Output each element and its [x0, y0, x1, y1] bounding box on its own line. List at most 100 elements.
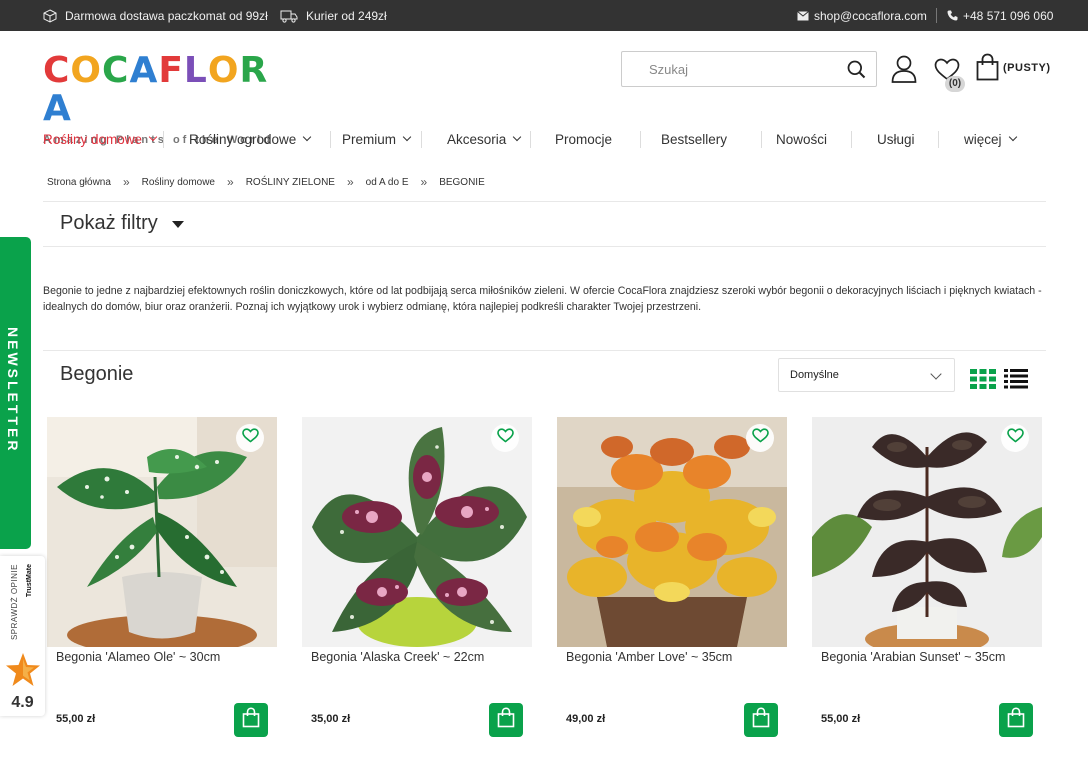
nav-item-label: Premium: [342, 131, 397, 147]
main-navigation: Rośliny domowe Rośliny ogrodowe Premium Akc…: [43, 124, 1046, 154]
nav-divider: [938, 131, 939, 148]
nav-item-label: Bestsellery: [661, 131, 728, 147]
trustmate-widget[interactable]: SPRAWDŹ OPINIE TrustMate 4.9: [0, 556, 45, 716]
email-text[interactable]: shop@cocaflora.com: [814, 9, 927, 23]
nav-item[interactable]: Nowości: [776, 124, 827, 154]
product-card: Begonia 'Amber Love' ~ 35cm 49,00 zł: [557, 417, 787, 742]
category-description: Begonie to jedne z najbardziej efektowny…: [43, 285, 1042, 313]
nav-item[interactable]: Usługi: [877, 124, 915, 154]
product-image[interactable]: [557, 417, 787, 647]
heart-icon: [496, 428, 514, 448]
show-filters-toggle[interactable]: Pokaż filtry: [60, 212, 184, 235]
nav-item[interactable]: Akcesoria: [447, 124, 522, 154]
product-name[interactable]: Begonia 'Arabian Sunset' ~ 35cm: [821, 650, 1005, 664]
filters-label: Pokaż filtry: [60, 212, 158, 234]
star-icon: [5, 652, 41, 695]
chevron-down-icon: [930, 368, 942, 380]
nav-item-label: Usługi: [877, 131, 915, 147]
chevron-down-icon: [402, 132, 412, 142]
search-input[interactable]: [622, 52, 837, 86]
phone-text[interactable]: +48 571 096 060: [963, 9, 1053, 23]
category-title: Begonie: [60, 363, 134, 385]
logo-letter: O: [70, 50, 103, 91]
breadcrumb-link[interactable]: Strona główna: [47, 177, 111, 188]
nav-item[interactable]: Rośliny domowe: [43, 124, 158, 154]
nav-divider: [421, 131, 422, 148]
logo-letter: C: [102, 50, 130, 91]
product-price: 55,00 zł: [56, 713, 96, 725]
nav-item[interactable]: Bestsellery: [661, 124, 727, 154]
trust-reviews-label: SPRAWDŹ OPINIE: [10, 564, 19, 641]
logo-letter: O: [207, 50, 240, 91]
logo-letter: R: [239, 50, 269, 91]
free-shipping-info: Darmowa dostawa paczkomat od 99zł: [43, 0, 268, 31]
logo-letter: C: [43, 50, 71, 91]
newsletter-label: NEWSLETTER: [5, 327, 21, 454]
add-to-cart-button[interactable]: [489, 703, 523, 737]
product-image[interactable]: [47, 417, 277, 647]
product-name[interactable]: Begonia 'Alameo Ole' ~ 30cm: [56, 650, 220, 664]
logo-letter: A: [129, 50, 159, 91]
breadcrumb-separator: »: [227, 175, 234, 189]
shopping-bag-icon: [242, 707, 260, 733]
divider: [43, 201, 1046, 202]
sort-select[interactable]: Domyślne: [778, 358, 955, 392]
logo-letter: A: [43, 88, 72, 129]
nav-item-label: Nowości: [776, 131, 828, 147]
list-view-icon[interactable]: [1004, 369, 1028, 389]
add-to-wishlist-button[interactable]: [236, 424, 264, 452]
logo-letter: F: [158, 50, 184, 91]
breadcrumb: Strona główna » Rośliny domowe » ROŚLINY ZIE…: [47, 174, 485, 190]
courier-shipping-text: Kurier od 249zł: [306, 8, 387, 23]
heart-icon: [1006, 428, 1024, 448]
site-logo[interactable]: COCAFLORA Amazing Plants of the World: [43, 52, 273, 147]
box-icon: [43, 8, 57, 23]
search-icon[interactable]: [847, 60, 866, 84]
truck-icon: [280, 9, 298, 23]
breadcrumb-link[interactable]: ROŚLINY ZIELONE: [246, 177, 335, 188]
add-to-wishlist-button[interactable]: [1001, 424, 1029, 452]
nav-item[interactable]: więcej: [964, 124, 1017, 154]
nav-item[interactable]: Premium: [342, 124, 412, 154]
add-to-cart-button[interactable]: [999, 703, 1033, 737]
product-name[interactable]: Begonia 'Amber Love' ~ 35cm: [566, 650, 732, 664]
nav-divider: [330, 131, 331, 148]
nav-item-label: Promocje: [555, 131, 613, 147]
heart-icon: [751, 428, 769, 448]
shopping-bag-icon: [497, 707, 515, 733]
cart-status[interactable]: (PUSTY): [1003, 62, 1051, 74]
breadcrumb-link[interactable]: od A do E: [366, 177, 409, 188]
product-card: Begonia 'Alameo Ole' ~ 30cm 55,00 zł: [47, 417, 277, 742]
shopping-bag-icon[interactable]: [976, 53, 999, 86]
nav-divider: [851, 131, 852, 148]
mail-icon: [797, 10, 809, 21]
breadcrumb-link[interactable]: Rośliny domowe: [142, 177, 215, 188]
newsletter-tab[interactable]: NEWSLETTER: [0, 237, 31, 549]
add-to-cart-button[interactable]: [744, 703, 778, 737]
divider: [43, 246, 1046, 247]
courier-shipping-info: Kurier od 249zł: [280, 0, 387, 31]
product-price: 35,00 zł: [311, 713, 351, 725]
nav-item[interactable]: Rośliny ogrodowe: [189, 124, 312, 154]
search-box: [621, 51, 877, 87]
trust-rating: 4.9: [11, 694, 34, 711]
contact-phone[interactable]: +48 571 096 060: [947, 0, 1053, 31]
add-to-cart-button[interactable]: [234, 703, 268, 737]
nav-divider: [530, 131, 531, 148]
product-image[interactable]: [812, 417, 1042, 647]
shopping-bag-icon: [1007, 707, 1025, 733]
contact-email[interactable]: shop@cocaflora.com: [797, 0, 927, 31]
breadcrumb-link: BEGONIE: [439, 176, 485, 188]
breadcrumb-separator: »: [122, 175, 130, 189]
nav-item[interactable]: Promocje: [555, 124, 612, 154]
product-image[interactable]: [302, 417, 532, 647]
nav-divider: [163, 131, 164, 148]
user-icon[interactable]: [891, 55, 917, 88]
add-to-wishlist-button[interactable]: [491, 424, 519, 452]
grid-view-icon[interactable]: [970, 369, 996, 389]
logo-wordmark: COCAFLORA: [43, 52, 273, 128]
product-name[interactable]: Begonia 'Alaska Creek' ~ 22cm: [311, 650, 484, 664]
free-shipping-text: Darmowa dostawa paczkomat od 99zł: [65, 8, 268, 23]
add-to-wishlist-button[interactable]: [746, 424, 774, 452]
breadcrumb-separator: »: [346, 175, 354, 189]
